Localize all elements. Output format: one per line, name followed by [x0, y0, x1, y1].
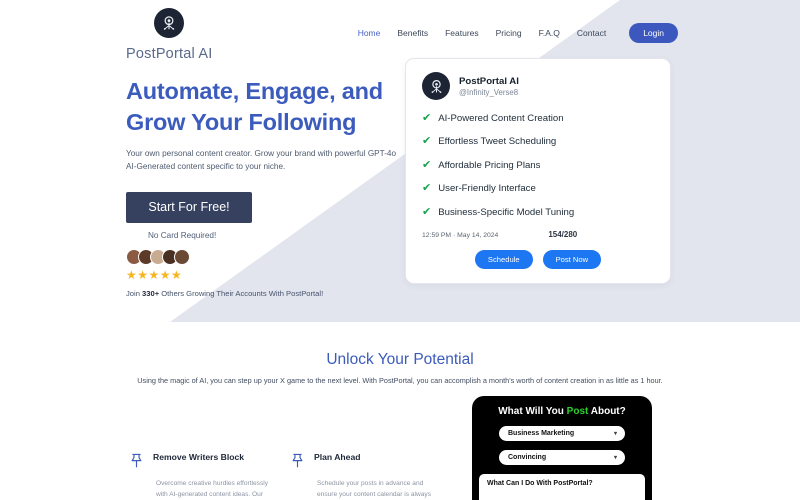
- check-icon: ✔: [422, 158, 432, 171]
- feature-card-header: Plan Ahead: [290, 452, 435, 474]
- hero-section: PostPortal AI Home Benefits Features Pri…: [0, 0, 800, 322]
- check-icon: ✔: [422, 182, 432, 194]
- social-proof-suffix: Others Growing Their Accounts With PostP…: [159, 288, 324, 298]
- landing-page: PostPortal AI Home Benefits Features Pri…: [0, 0, 800, 500]
- nav-item-contact[interactable]: Contact: [577, 28, 606, 38]
- tweet-feature-item: ✔ Effortless Tweet Scheduling: [422, 135, 654, 148]
- login-button[interactable]: Login: [629, 23, 678, 43]
- section-title-unlock-potential: Unlock Your Potential: [326, 351, 474, 368]
- tweet-account-block: PostPortal AI @Infinity_Verse8: [459, 76, 519, 97]
- tweet-timestamp: 12:59 PM · May 14, 2024: [422, 231, 499, 239]
- main-navigation: Home Benefits Features Pricing F.A.Q Con…: [358, 23, 678, 43]
- post-now-button[interactable]: Post Now: [542, 249, 602, 269]
- tweet-account-handle: @Infinity_Verse8: [459, 87, 519, 97]
- feature-card-title: Plan Ahead: [314, 452, 361, 462]
- topic-select-value: Business Marketing: [508, 430, 575, 437]
- social-proof-text: Join 330+ Others Growing Their Accounts …: [126, 289, 398, 298]
- avatar: [174, 248, 190, 265]
- chevron-down-icon: ▾: [613, 431, 617, 437]
- star-rating: ★★★★★: [126, 267, 183, 282]
- tweet-meta-row: 12:59 PM · May 14, 2024 154/280: [422, 230, 654, 239]
- nav-item-home[interactable]: Home: [358, 28, 381, 38]
- nav-item-faq[interactable]: F.A.Q: [539, 28, 560, 38]
- tone-select-value: Convincing: [508, 454, 547, 461]
- nav-item-features[interactable]: Features: [445, 28, 479, 38]
- tweet-feature-label: Effortless Tweet Scheduling: [438, 136, 557, 147]
- tweet-feature-label: Affordable Pricing Plans: [438, 159, 541, 171]
- widget-title-highlight: Post: [566, 406, 589, 417]
- tweet-feature-item: ✔ User-Friendly Interface: [422, 182, 654, 195]
- nav-item-pricing[interactable]: Pricing: [496, 28, 522, 38]
- hero-subtitle: Your own personal content creator. Grow …: [126, 149, 397, 171]
- check-icon: ✔: [422, 111, 432, 124]
- start-for-free-button[interactable]: Start For Free!: [126, 191, 252, 223]
- postportal-logo-icon: [422, 72, 450, 100]
- topic-select[interactable]: Business Marketing ▾: [499, 426, 625, 441]
- pin-icon: [129, 453, 144, 474]
- post-generator-widget: What Will You Post About? Business Marke…: [472, 396, 652, 500]
- check-icon: ✔: [422, 135, 432, 147]
- widget-title: What Will You Post About?: [485, 406, 639, 417]
- feature-card-plan-ahead: Plan Ahead Schedule your posts in advanc…: [290, 452, 435, 500]
- tone-select[interactable]: Convincing ▾: [499, 450, 625, 465]
- postportal-logo-icon: [154, 8, 184, 38]
- tweet-account-name: PostPortal AI: [459, 75, 519, 87]
- check-icon: ✔: [422, 205, 432, 218]
- hero-heading: Automate, Engage, and Grow Your Followin…: [126, 76, 398, 137]
- social-proof-prefix: Join: [126, 288, 143, 298]
- tweet-card-header: PostPortal AI @Infinity_Verse8: [422, 72, 654, 100]
- hero-heading-line1: Automate, Engage, and: [126, 78, 383, 104]
- tweet-preview-card: PostPortal AI @Infinity_Verse8 ✔ AI-Powe…: [405, 58, 671, 284]
- hero-diagonal-backdrop: [170, 0, 800, 322]
- pin-icon: [290, 453, 305, 474]
- section-lead-text: Using the magic of AI, you can step up y…: [137, 376, 663, 385]
- social-proof-count: 330+: [142, 288, 160, 298]
- character-counter: 154/280: [548, 229, 578, 239]
- tweet-actions: Schedule Post Now: [422, 249, 654, 269]
- nav-item-benefits[interactable]: Benefits: [397, 28, 428, 38]
- brand-name: PostPortal AI: [126, 46, 213, 62]
- tweet-feature-item: ✔ AI-Powered Content Creation: [422, 111, 654, 124]
- tweet-feature-label: User-Friendly Interface: [438, 183, 536, 194]
- brand-logo[interactable]: PostPortal AI: [126, 8, 306, 62]
- feature-card-body: Overcome creative hurdles effortlessly w…: [156, 480, 269, 498]
- tweet-feature-item: ✔ Business-Specific Model Tuning: [422, 205, 654, 218]
- prompt-textarea[interactable]: What Can I Do With PostPortal?: [479, 474, 645, 500]
- user-avatars: [126, 248, 398, 265]
- hero-content: Automate, Engage, and Grow Your Followin…: [126, 76, 398, 298]
- tweet-feature-label: AI-Powered Content Creation: [438, 112, 564, 124]
- widget-title-after: About?: [588, 406, 626, 417]
- tweet-feature-label: Business-Specific Model Tuning: [438, 206, 575, 218]
- tweet-feature-item: ✔ Affordable Pricing Plans: [422, 158, 654, 171]
- feature-card-body: Schedule your posts in advance and ensur…: [317, 480, 431, 498]
- widget-title-before: What Will You: [498, 406, 567, 417]
- hero-heading-line2: Grow Your Following: [126, 108, 357, 135]
- chevron-down-icon: ▾: [613, 455, 617, 461]
- feature-card-header: Remove Writers Block: [129, 452, 274, 474]
- feature-card-remove-writers-block: Remove Writers Block Overcome creative h…: [129, 452, 274, 500]
- schedule-button[interactable]: Schedule: [474, 249, 533, 269]
- feature-card-title: Remove Writers Block: [153, 452, 245, 462]
- no-card-required-text: No Card Required!: [148, 230, 217, 240]
